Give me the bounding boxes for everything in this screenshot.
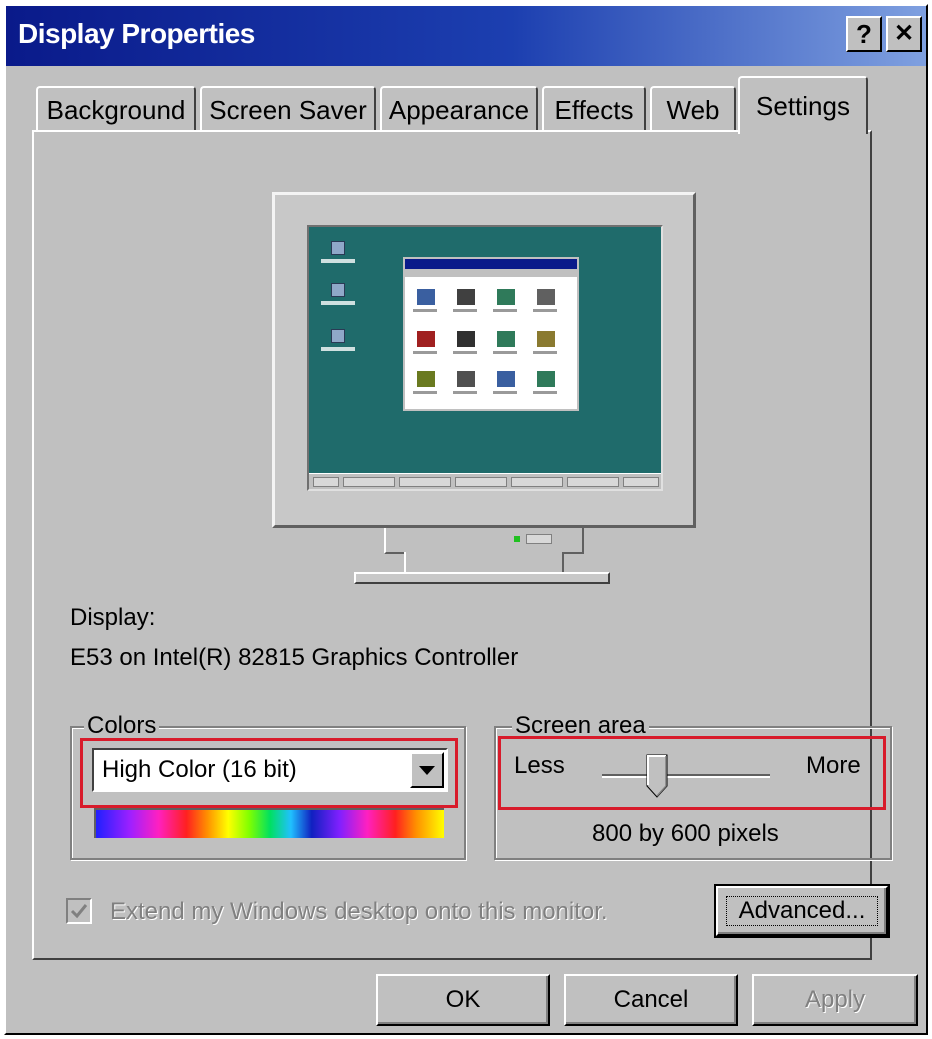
app-icon-label — [493, 351, 517, 354]
app-icon — [457, 289, 475, 305]
colors-group: Colors High Color (16 bit) — [70, 712, 466, 860]
tab-effects[interactable]: Effects — [542, 86, 646, 132]
desktop-icon — [331, 329, 345, 343]
preview-clock — [623, 477, 659, 487]
window-title: Display Properties — [18, 18, 255, 49]
desktop-icon — [331, 241, 345, 255]
app-icon — [537, 371, 555, 387]
color-depth-select[interactable]: High Color (16 bit) — [92, 748, 448, 792]
tab-appearance[interactable]: Appearance — [380, 86, 538, 132]
preview-task — [399, 477, 451, 487]
extend-desktop-label: Extend my Windows desktop onto this moni… — [110, 898, 608, 925]
app-icon — [417, 289, 435, 305]
desktop-icon-label — [321, 301, 355, 305]
ok-button-label: OK — [445, 986, 481, 1013]
advanced-button[interactable]: Advanced... — [714, 884, 890, 938]
colors-legend: Colors — [84, 712, 160, 740]
preview-taskbar — [309, 473, 661, 489]
dropdown-button[interactable] — [410, 752, 444, 788]
ok-button[interactable]: OK — [376, 974, 550, 1026]
tab-screen-saver[interactable]: Screen Saver — [200, 86, 376, 132]
tab-label: Settings — [756, 90, 850, 121]
app-icon — [457, 371, 475, 387]
check-icon — [70, 904, 88, 919]
color-spectrum-preview — [94, 808, 444, 838]
cancel-button[interactable]: Cancel — [564, 974, 738, 1026]
help-button[interactable]: ? — [846, 16, 882, 52]
slider-more-label: More — [806, 752, 861, 779]
desktop-icon-label — [321, 259, 355, 263]
power-light-icon — [514, 536, 520, 542]
app-icon — [537, 331, 555, 347]
app-icon — [497, 289, 515, 305]
app-icon-label — [413, 391, 437, 394]
tab-label: Background — [46, 94, 186, 125]
tab-web[interactable]: Web — [650, 86, 736, 132]
title-bar[interactable]: Display Properties ? ✕ — [6, 6, 926, 66]
display-properties-dialog: Display Properties ? ✕ Background Screen… — [4, 4, 928, 1035]
screen-area-group: Screen area Less More 800 by 600 pixels — [494, 712, 892, 860]
app-icon-label — [453, 351, 477, 354]
app-icon-label — [413, 351, 437, 354]
desktop-preview — [307, 225, 663, 491]
close-icon: ✕ — [893, 20, 915, 47]
desktop-icon-label — [321, 347, 355, 351]
app-icon — [497, 371, 515, 387]
tab-label: Effects — [554, 94, 634, 125]
settings-panel: Display: E53 on Intel(R) 82815 Graphics … — [32, 130, 892, 960]
focus-rect — [726, 896, 878, 926]
preview-window — [403, 257, 579, 411]
power-button-icon — [526, 534, 552, 544]
tab-label: Screen Saver — [209, 94, 367, 125]
app-icon-label — [453, 309, 477, 312]
help-icon: ? — [856, 19, 872, 49]
tab-settings[interactable]: Settings — [738, 76, 868, 134]
extend-desktop-checkbox[interactable] — [66, 898, 92, 924]
preview-task — [511, 477, 563, 487]
app-icon-label — [493, 391, 517, 394]
monitor-stem — [404, 552, 564, 574]
app-icon — [497, 331, 515, 347]
desktop-icon — [331, 283, 345, 297]
preview-start-button — [313, 477, 339, 487]
slider-less-label: Less — [514, 752, 565, 779]
app-icon-label — [533, 309, 557, 312]
monitor-preview — [272, 192, 696, 528]
tab-label: Web — [666, 94, 720, 125]
monitor-neck — [384, 528, 584, 554]
app-icon-label — [493, 309, 517, 312]
monitor-base — [354, 572, 610, 584]
screen-area-legend: Screen area — [512, 712, 649, 740]
display-label: Display: — [70, 604, 156, 631]
apply-button-label: Apply — [804, 986, 866, 1013]
preview-task — [343, 477, 395, 487]
close-button[interactable]: ✕ — [886, 16, 922, 52]
app-icon — [537, 289, 555, 305]
preview-window-titlebar — [405, 259, 577, 269]
apply-button[interactable]: Apply — [752, 974, 918, 1026]
resolution-text: 800 by 600 pixels — [592, 820, 779, 847]
tab-background[interactable]: Background — [36, 86, 196, 132]
app-icon — [417, 371, 435, 387]
preview-window-menu — [405, 269, 577, 277]
app-icon-label — [533, 391, 557, 394]
cancel-button-label: Cancel — [613, 986, 689, 1013]
resolution-slider-thumb[interactable] — [646, 754, 668, 798]
display-device-name: E53 on Intel(R) 82815 Graphics Controlle… — [70, 644, 519, 671]
tab-label: Appearance — [388, 94, 530, 125]
resolution-slider-track[interactable] — [602, 774, 770, 778]
app-icon — [417, 331, 435, 347]
app-icon-label — [533, 351, 557, 354]
app-icon-label — [413, 309, 437, 312]
preview-task — [455, 477, 507, 487]
app-icon-label — [453, 391, 477, 394]
app-icon — [457, 331, 475, 347]
color-depth-value: High Color (16 bit) — [102, 756, 297, 783]
chevron-down-icon — [419, 765, 435, 775]
preview-task — [567, 477, 619, 487]
